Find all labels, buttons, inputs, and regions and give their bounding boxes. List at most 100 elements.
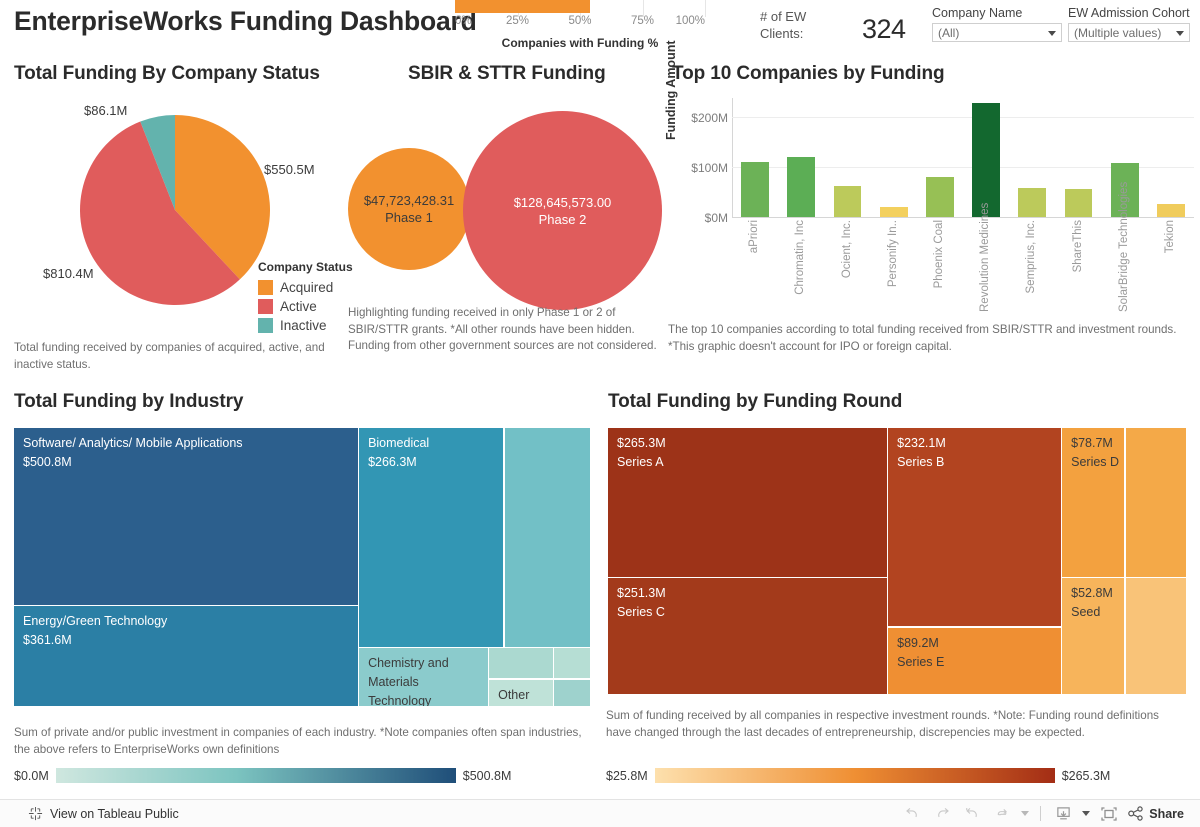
bar-x-tick-label: SolarBridge Technologies bbox=[1117, 181, 1130, 312]
bubble-phase-1[interactable]: $47,723,428.31 Phase 1 bbox=[348, 148, 470, 270]
view-on-tableau-public-button[interactable]: View on Tableau Public bbox=[28, 806, 179, 821]
filter-company-name-label: Company Name bbox=[932, 6, 1023, 20]
industry-tile-5[interactable]: Chemistry and Materials Technology bbox=[359, 648, 488, 707]
pie-panel-note: Total funding received by companies of a… bbox=[14, 341, 325, 371]
share-label: Share bbox=[1149, 806, 1184, 821]
industry-tile-7[interactable]: Other bbox=[489, 679, 553, 707]
round-tile-7[interactable]: $52.8M Seed bbox=[1062, 578, 1125, 695]
industry-tile-3[interactable]: Biomedical $266.3M bbox=[359, 428, 504, 647]
bar-y-axis-ticks: $0M $100M $200M bbox=[682, 98, 728, 225]
download-dropdown-icon[interactable] bbox=[1078, 801, 1094, 827]
kpi-bar-fill bbox=[455, 0, 590, 13]
bubble-panel-title: SBIR & STTR Funding bbox=[408, 63, 606, 84]
undo-icon[interactable] bbox=[897, 801, 927, 827]
round-tile-label: $78.7M Series D bbox=[1071, 436, 1120, 469]
round-tile-6[interactable] bbox=[1125, 428, 1187, 577]
pie-label-inactive: $86.1M bbox=[84, 103, 128, 118]
bar-8[interactable] bbox=[1064, 189, 1093, 217]
bar-panel-title: Top 10 Companies by Funding bbox=[672, 63, 945, 84]
filter-cohort: EW Admission Cohort (Multiple values) bbox=[1068, 6, 1190, 42]
fullscreen-icon[interactable] bbox=[1094, 801, 1124, 827]
legend-item-inactive[interactable]: Inactive bbox=[258, 316, 353, 335]
legend-label: Acquired bbox=[280, 280, 334, 295]
industry-panel-title: Total Funding by Industry bbox=[14, 391, 244, 412]
round-tile-2[interactable]: $251.3M Series C bbox=[608, 578, 887, 695]
bar-y-axis-line bbox=[732, 98, 733, 218]
industry-tile-6[interactable] bbox=[489, 648, 553, 679]
download-icon[interactable] bbox=[1048, 801, 1078, 827]
bar-x-tick-label: Phoenix Coal bbox=[932, 220, 945, 289]
kpi-gridline bbox=[705, 0, 706, 17]
bar-x-tick-label: Chromatin, Inc bbox=[794, 220, 807, 295]
industry-legend-max: $500.8M bbox=[462, 768, 512, 783]
round-tile-1[interactable]: $265.3M Series A bbox=[608, 428, 887, 577]
bubble-phase-2-label: Phase 2 bbox=[538, 211, 587, 227]
legend-label: Inactive bbox=[280, 318, 327, 333]
clients-count-label: # of EW Clients: bbox=[760, 9, 807, 41]
kpi-bar-track bbox=[455, 0, 705, 13]
round-tile-5[interactable]: $78.7M Series D bbox=[1062, 428, 1125, 577]
round-tile-label: $89.2M Series E bbox=[897, 635, 945, 669]
industry-tile-8[interactable] bbox=[554, 648, 591, 679]
bar-x-tick-label: Personify In.. bbox=[886, 220, 899, 288]
industry-tile-2[interactable]: Energy/Green Technology $361.6M bbox=[14, 606, 358, 707]
industry-legend-min: $0.0M bbox=[14, 768, 49, 783]
kpi-tick-label: 75% bbox=[630, 15, 655, 27]
legend-swatch bbox=[258, 280, 273, 295]
round-tile-8[interactable] bbox=[1125, 578, 1187, 695]
bubble-phase-1-amount: $47,723,428.31 bbox=[363, 193, 455, 208]
dashboard-root: EnterpriseWorks Funding Dashboard 0% 25% 5… bbox=[0, 0, 1200, 827]
bubble-panel-note: Highlighting funding received in only Ph… bbox=[348, 306, 657, 352]
page-title: EnterpriseWorks Funding Dashboard bbox=[14, 6, 477, 36]
bar-x-tick-label: Semprius, Inc. bbox=[1025, 220, 1038, 294]
bar-6[interactable] bbox=[972, 103, 1000, 217]
funding-round-treemap: $265.3M Series A $251.3M Series C $232.1M Ser… bbox=[608, 428, 1188, 696]
filter-company-name: Company Name (All) bbox=[932, 6, 1062, 42]
footer-toolbar: View on Tableau Public Share bbox=[0, 799, 1200, 827]
bar-2[interactable] bbox=[787, 156, 816, 217]
chevron-down-icon bbox=[1048, 30, 1056, 36]
bar-10[interactable] bbox=[1157, 203, 1185, 217]
kpi-tick-label: 50% bbox=[568, 15, 592, 27]
filter-cohort-label: EW Admission Cohort bbox=[1068, 6, 1190, 20]
legend-item-acquired[interactable]: Acquired bbox=[258, 278, 353, 297]
refresh-icon[interactable] bbox=[987, 801, 1017, 827]
industry-tile-label: Other bbox=[498, 687, 530, 702]
bar-4[interactable] bbox=[879, 206, 908, 217]
bar-gridline bbox=[732, 117, 1194, 118]
round-panel-note: Sum of funding received by all companies… bbox=[606, 709, 1159, 739]
legend-item-active[interactable]: Active bbox=[258, 297, 353, 316]
round-legend-min: $25.8M bbox=[606, 768, 648, 783]
refresh-dropdown-icon[interactable] bbox=[1017, 801, 1033, 827]
bar-3[interactable] bbox=[833, 186, 862, 217]
legend-swatch bbox=[258, 318, 273, 333]
industry-panel-note: Sum of private and/or public investment … bbox=[14, 726, 582, 756]
bar-panel-note: The top 10 companies according to total … bbox=[668, 323, 1177, 353]
bar-y-axis-title: Funding Amount bbox=[664, 40, 678, 140]
revert-icon[interactable] bbox=[957, 801, 987, 827]
industry-tile-4[interactable] bbox=[504, 428, 591, 647]
industry-treemap: Software/ Analytics/ Mobile Applications… bbox=[14, 428, 592, 708]
pie-panel-title: Total Funding By Company Status bbox=[14, 63, 320, 84]
industry-tile-1[interactable]: Software/ Analytics/ Mobile Applications… bbox=[14, 428, 358, 605]
industry-tile-9[interactable] bbox=[554, 679, 591, 707]
toolbar-actions: Share bbox=[897, 801, 1184, 827]
round-tile-3[interactable]: $232.1M Series B bbox=[888, 428, 1061, 627]
redo-icon[interactable] bbox=[927, 801, 957, 827]
share-button[interactable]: Share bbox=[1124, 806, 1184, 821]
bar-y-tick-label: $200M bbox=[691, 111, 728, 125]
bar-7[interactable] bbox=[1018, 187, 1047, 217]
round-tile-4[interactable]: $89.2M Series E bbox=[888, 627, 1061, 695]
bar-x-tick-label: aPriori bbox=[748, 220, 761, 254]
round-legend-max: $265.3M bbox=[1061, 768, 1111, 783]
filter-cohort-dropdown[interactable]: (Multiple values) bbox=[1068, 23, 1190, 42]
company-status-pie-chart bbox=[80, 115, 270, 305]
bar-1[interactable] bbox=[741, 162, 769, 217]
toolbar-divider bbox=[1040, 806, 1042, 821]
filter-company-name-dropdown[interactable]: (All) bbox=[932, 23, 1062, 42]
bar-5[interactable] bbox=[926, 177, 954, 217]
clients-count-value: 324 bbox=[862, 14, 906, 44]
round-tile-label: $251.3M Series C bbox=[617, 586, 666, 620]
round-tile-label: $52.8M Seed bbox=[1071, 586, 1113, 620]
bubble-phase-2[interactable]: $128,645,573.00 Phase 2 bbox=[463, 111, 662, 310]
